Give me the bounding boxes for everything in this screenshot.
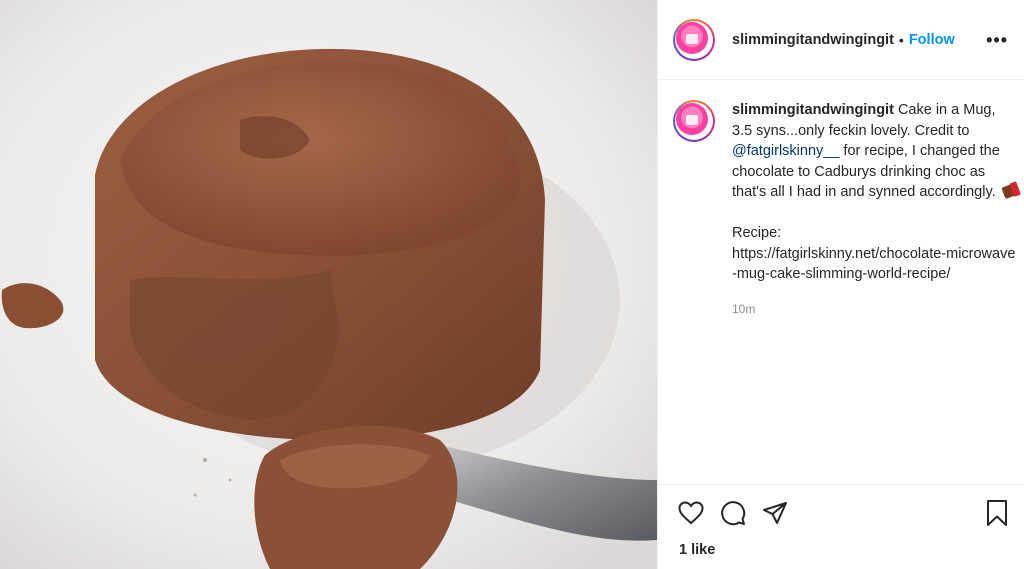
caption-username[interactable]: slimmingitandwingingit (732, 102, 894, 118)
post-header: slimmingitandwingingit • Follow ••• (658, 0, 1024, 80)
post-side-panel: slimmingitandwingingit • Follow ••• slim… (657, 0, 1024, 569)
likes-count[interactable]: 1 like (658, 532, 1024, 558)
chocolate-bar-icon (1001, 182, 1019, 200)
caption-body: slimmingitandwingingit Cake in a Mug, 3.… (732, 100, 1019, 320)
recipe-label: Recipe: (732, 225, 782, 241)
avatar[interactable] (673, 18, 715, 61)
post-photo[interactable] (0, 0, 657, 569)
recipe-url: https://fatgirlskinny.net/chocolate-micr… (732, 245, 1016, 283)
post-caption: slimmingitandwingingit Cake in a Mug, 3.… (673, 100, 1019, 320)
header-username[interactable]: slimmingitandwingingit (732, 32, 894, 48)
separator-dot: • (898, 31, 904, 48)
avatar-image (676, 21, 708, 54)
cake-photo-illustration (0, 0, 657, 569)
paper-plane-icon[interactable] (762, 501, 788, 530)
comment-icon[interactable] (720, 500, 746, 531)
action-icons (658, 485, 1024, 532)
caption-avatar[interactable] (673, 100, 715, 142)
heart-icon[interactable] (678, 501, 704, 530)
mention-link[interactable]: @fatgirlskinny__ (732, 143, 839, 159)
bookmark-icon[interactable] (986, 499, 1008, 532)
caption-text: slimmingitandwingingit Cake in a Mug, 3.… (732, 100, 1019, 203)
post-actions: 1 like (658, 484, 1024, 569)
instagram-post: slimmingitandwingingit • Follow ••• slim… (0, 0, 1024, 569)
more-options-icon[interactable]: ••• (986, 31, 1008, 49)
post-timestamp[interactable]: 10m (732, 299, 1018, 320)
avatar-image (676, 103, 708, 135)
follow-button[interactable]: Follow (909, 32, 955, 48)
